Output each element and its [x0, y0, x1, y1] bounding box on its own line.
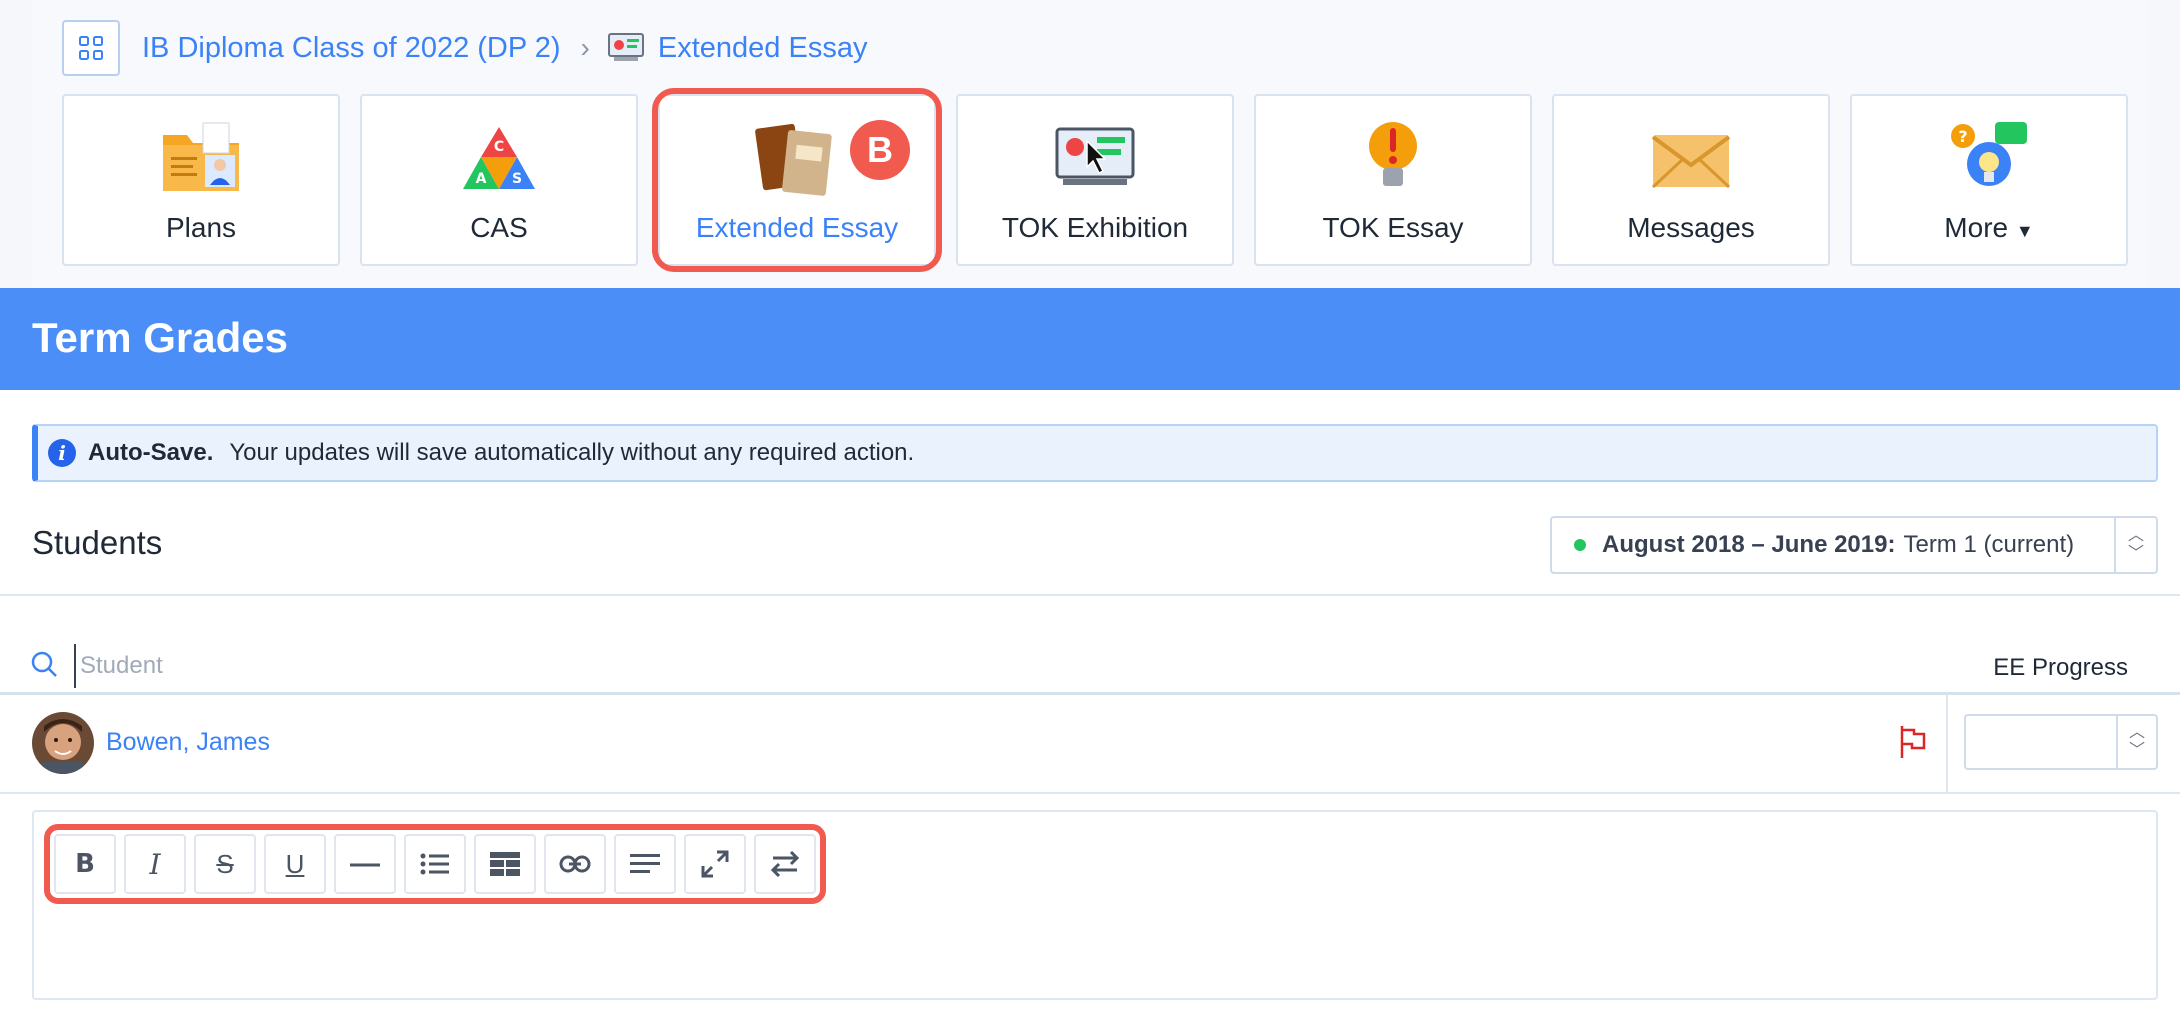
- bullet-list-icon: [420, 853, 449, 875]
- strikethrough-icon: S: [216, 848, 234, 879]
- horizontal-rule-icon: —: [350, 847, 380, 880]
- chevron-up-icon: ︿: [2127, 527, 2144, 544]
- underline-icon: U: [285, 848, 305, 879]
- tile-plans[interactable]: Plans: [62, 94, 340, 266]
- italic-button[interactable]: I: [124, 834, 186, 894]
- folder-person-icon: [163, 122, 239, 191]
- page-banner: Term Grades: [0, 288, 2180, 390]
- tile-highlight-annotation: [652, 88, 942, 272]
- students-heading: Students: [32, 524, 163, 561]
- link-icon: [559, 855, 591, 873]
- tile-messages[interactable]: Messages: [1552, 94, 1830, 266]
- module-tiles: Plans C A S CAS B Extended Essay TOK Exh…: [62, 88, 2128, 272]
- avatar: [32, 712, 94, 774]
- svg-text:S: S: [512, 171, 522, 187]
- info-icon: i: [48, 439, 76, 467]
- horizontal-rule-button[interactable]: —: [334, 834, 396, 894]
- chat-bubbles-icon: ?: [1951, 122, 2027, 186]
- tile-more[interactable]: ? More ▼: [1850, 94, 2128, 266]
- presentation-icon: [1055, 127, 1135, 185]
- svg-text:C: C: [494, 139, 504, 155]
- tile-badge: B: [850, 120, 910, 180]
- caret-down-icon: ▼: [2015, 221, 2034, 241]
- table-button[interactable]: [474, 834, 536, 894]
- bold-button[interactable]: B: [54, 834, 116, 894]
- term-name: Term 1 (current): [1903, 531, 2075, 558]
- underline-button[interactable]: U: [264, 834, 326, 894]
- tile-extended-essay[interactable]: B Extended Essay: [652, 88, 942, 272]
- breadcrumb-separator: ›: [580, 32, 590, 63]
- svg-text:A: A: [476, 171, 487, 187]
- breadcrumb: IB Diploma Class of 2022 (DP 2) › Extend…: [62, 20, 867, 76]
- chevron-up-icon: ︿: [2128, 724, 2145, 741]
- page-title: Term Grades: [32, 314, 288, 361]
- student-name-link[interactable]: Bowen, James: [106, 728, 270, 757]
- italic-icon: I: [149, 847, 161, 881]
- term-select[interactable]: August 2018 – June 2019: Term 1 (current…: [1550, 516, 2158, 574]
- top-panel: IB Diploma Class of 2022 (DP 2) › Extend…: [32, 0, 2148, 290]
- student-search-input[interactable]: [74, 644, 874, 688]
- alert-title: Auto-Save.: [88, 439, 214, 466]
- tile-label: TOK Exhibition: [1001, 212, 1189, 243]
- autosave-alert: i Auto-Save. Your updates will save auto…: [32, 424, 2158, 482]
- apps-grid-button[interactable]: [62, 20, 120, 76]
- link-button[interactable]: [544, 834, 606, 894]
- envelope-icon: [1651, 135, 1731, 189]
- lightbulb-icon: [1369, 122, 1417, 186]
- svg-text:?: ?: [1958, 127, 1967, 146]
- progress-stepper[interactable]: ︿ ﹀: [2116, 716, 2156, 768]
- toggle-direction-button[interactable]: [754, 834, 816, 894]
- term-select-stepper[interactable]: ︿ ﹀: [2114, 518, 2156, 572]
- tile-label: TOK Essay: [1322, 212, 1464, 243]
- tile-tok-exhibition[interactable]: TOK Exhibition: [956, 94, 1234, 266]
- fullscreen-button[interactable]: [684, 834, 746, 894]
- breadcrumb-current[interactable]: Extended Essay: [658, 32, 868, 65]
- strikethrough-button[interactable]: S: [194, 834, 256, 894]
- ee-progress-header: EE Progress: [1993, 654, 2128, 681]
- swap-arrows-icon: [771, 851, 799, 877]
- column-divider: [1946, 694, 1948, 792]
- comment-editor[interactable]: B I S U —: [32, 810, 2158, 1000]
- table-icon: [490, 852, 520, 876]
- status-dot: [1574, 539, 1586, 551]
- chevron-down-icon: ﹀: [2128, 742, 2145, 759]
- main-content: i Auto-Save. Your updates will save auto…: [0, 390, 2180, 1032]
- divider: [0, 792, 2180, 794]
- align-button[interactable]: [614, 834, 676, 894]
- table-row: Bowen, James ︿ ﹀: [0, 694, 2180, 792]
- editor-toolbar: B I S U —: [44, 824, 826, 904]
- tile-label-more: More ▼: [1944, 212, 2034, 243]
- expand-icon: [701, 850, 729, 878]
- presentation-icon: [607, 33, 644, 61]
- tile-label: Messages: [1627, 212, 1755, 243]
- ee-progress-select[interactable]: ︿ ﹀: [1964, 714, 2158, 770]
- flag-icon[interactable]: [1898, 724, 1928, 760]
- grid-icon: [79, 36, 103, 60]
- term-range: August 2018 – June 2019:: [1602, 531, 1896, 558]
- bullet-list-button[interactable]: [404, 834, 466, 894]
- alert-message: Your updates will save automatically wit…: [229, 439, 915, 466]
- divider: [0, 594, 2180, 596]
- align-left-icon: [630, 854, 660, 873]
- search-row: EE Progress: [0, 634, 2180, 700]
- bold-icon: B: [75, 849, 95, 879]
- tile-tok-essay[interactable]: TOK Essay: [1254, 94, 1532, 266]
- tile-label: Plans: [165, 212, 237, 243]
- cas-triangle-icon: C A S: [463, 127, 535, 189]
- search-icon: [31, 651, 57, 677]
- breadcrumb-class-link[interactable]: IB Diploma Class of 2022 (DP 2): [142, 32, 561, 65]
- tile-label: CAS: [470, 212, 528, 243]
- chevron-down-icon: ﹀: [2127, 545, 2144, 562]
- tile-cas[interactable]: C A S CAS: [360, 94, 638, 266]
